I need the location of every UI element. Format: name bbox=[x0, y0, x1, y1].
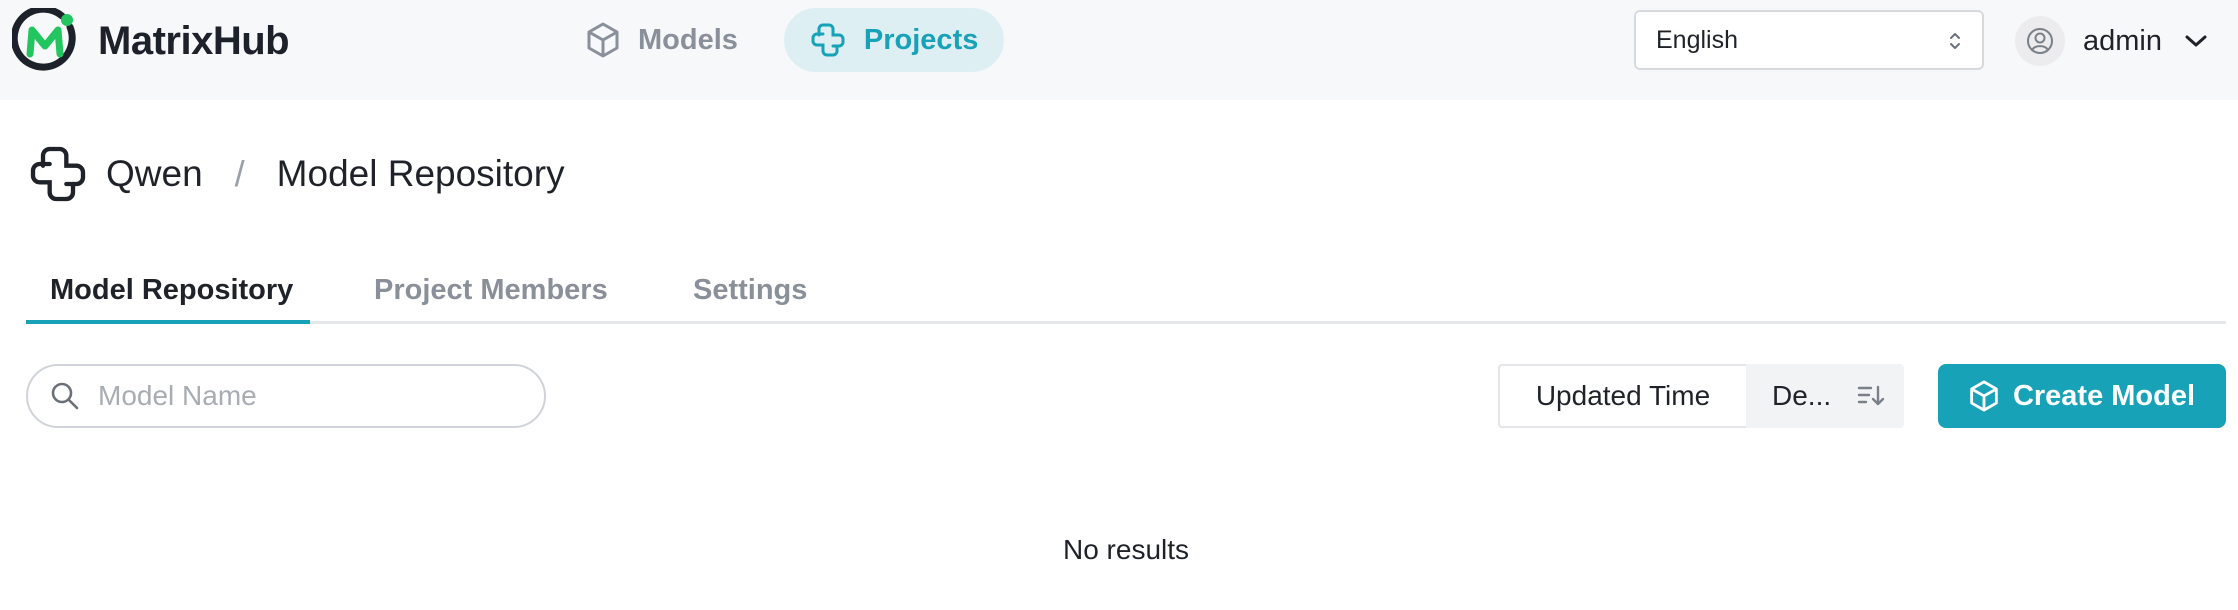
top-navigation-bar: MatrixHub Models Projects English admin bbox=[0, 0, 2238, 100]
user-menu[interactable]: admin bbox=[2015, 16, 2208, 66]
project-tabs: Model Repository Project Members Setting… bbox=[26, 260, 2226, 324]
cube-icon bbox=[1970, 380, 1998, 412]
empty-state-message: No results bbox=[1062, 534, 1190, 565]
breadcrumb: Qwen / Model Repository bbox=[28, 144, 565, 204]
user-avatar-icon bbox=[2015, 16, 2065, 66]
tab-project-members[interactable]: Project Members bbox=[374, 274, 608, 307]
tab-settings[interactable]: Settings bbox=[693, 274, 807, 307]
app-name: MatrixHub bbox=[98, 18, 290, 63]
sort-field-select[interactable]: Updated Time bbox=[1498, 364, 1746, 428]
sort-controls: Updated Time De... bbox=[1498, 364, 1904, 428]
sort-field-label: Updated Time bbox=[1535, 380, 1711, 411]
select-arrows-icon bbox=[1950, 33, 1960, 49]
nav-item-label: Models bbox=[638, 23, 738, 56]
sort-order-label: De... bbox=[1772, 380, 1832, 411]
language-select[interactable]: English bbox=[1634, 10, 1984, 70]
tab-model-repository[interactable]: Model Repository bbox=[50, 274, 293, 307]
main-nav: Models Projects bbox=[560, 8, 1024, 72]
model-search[interactable] bbox=[26, 364, 546, 428]
nav-item-label: Projects bbox=[863, 23, 979, 56]
search-icon bbox=[51, 382, 79, 410]
active-tab-indicator bbox=[26, 320, 310, 324]
create-model-button[interactable]: Create Model bbox=[1938, 364, 2226, 428]
sort-order-select[interactable]: De... bbox=[1746, 364, 1904, 428]
breadcrumb-project[interactable]: Qwen bbox=[106, 153, 203, 195]
breadcrumb-current: Model Repository bbox=[276, 153, 565, 194]
chevron-down-icon bbox=[2185, 35, 2207, 47]
matrixhub-logo-icon bbox=[12, 8, 76, 71]
app-logo[interactable]: MatrixHub bbox=[12, 8, 290, 74]
nav-item-projects[interactable]: Projects bbox=[783, 8, 1005, 72]
cube-icon bbox=[587, 22, 619, 58]
language-select-value: English bbox=[1656, 25, 1738, 54]
project-icon bbox=[811, 23, 845, 57]
sort-descending-icon bbox=[1857, 385, 1885, 406]
project-icon bbox=[30, 146, 86, 202]
create-model-label: Create Model bbox=[2012, 379, 2196, 412]
user-name: admin bbox=[2083, 24, 2162, 57]
search-input[interactable] bbox=[98, 380, 498, 412]
nav-item-models[interactable]: Models bbox=[560, 8, 764, 72]
breadcrumb-separator: / bbox=[234, 153, 245, 194]
